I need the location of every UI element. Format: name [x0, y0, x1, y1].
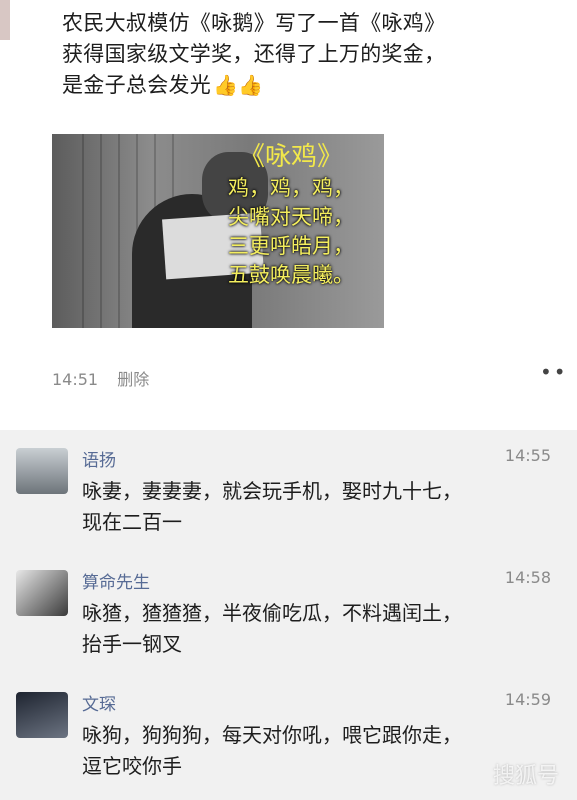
commenter-name[interactable]: 文琛 [82, 690, 116, 715]
commenter-name[interactable]: 算命先生 [82, 568, 150, 593]
commenter-avatar[interactable] [16, 448, 68, 494]
commenter-name[interactable]: 语扬 [82, 446, 116, 471]
comment-line: 咏猹，猹猹猹，半夜偷吃瓜，不料遇闰土， [82, 601, 462, 625]
comment-time: 14:55 [504, 446, 551, 465]
thumbs-up-icon: 👍👍 [213, 73, 264, 97]
comments-section: 语扬 14:55 咏妻，妻妻妻，就会玩手机，娶时九十七， 现在二百一 算命先生 … [0, 430, 577, 800]
poem-title: 《咏鸡》 [238, 142, 343, 172]
poem-line: 鸡，鸡，鸡， [228, 176, 354, 200]
comment-line: 抬手一钢叉 [82, 632, 182, 656]
post-line: 农民大叔模仿《咏鹅》写了一首《咏鸡》 [62, 11, 446, 35]
commenter-avatar[interactable] [16, 692, 68, 738]
post-line: 获得国家级文学奖，还得了上万的奖金， [62, 42, 446, 66]
comment-text: 咏猹，猹猹猹，半夜偷吃瓜，不料遇闰土， 抬手一钢叉 [82, 598, 552, 660]
poem-line: 尖嘴对天啼， [228, 205, 354, 229]
watermark: 搜狐号 [492, 764, 559, 789]
more-options-icon[interactable]: •• [540, 360, 568, 384]
poem-line: 三更呼皓月， [228, 234, 354, 258]
comment-text: 咏妻，妻妻妻，就会玩手机，娶时九十七， 现在二百一 [82, 476, 552, 538]
comment-text: 咏狗，狗狗狗，每天对你吼，喂它跟你走， 逗它咬你手 [82, 720, 552, 782]
post-photo[interactable]: 《咏鸡》 鸡，鸡，鸡， 尖嘴对天啼， 三更呼皓月， 五鼓唤晨曦。 [52, 134, 384, 328]
poster-avatar[interactable] [0, 0, 10, 40]
post-meta: 14:51 删除 [52, 366, 163, 390]
moment-post: 农民大叔模仿《咏鹅》写了一首《咏鸡》 获得国家级文学奖，还得了上万的奖金， 是金… [0, 0, 577, 420]
comment-line: 咏狗，狗狗狗，每天对你吼，喂它跟你走， [82, 723, 462, 747]
comment-line: 咏妻，妻妻妻，就会玩手机，娶时九十七， [82, 479, 462, 503]
post-line: 是金子总会发光 👍👍 [62, 70, 562, 101]
post-text: 农民大叔模仿《咏鹅》写了一首《咏鸡》 获得国家级文学奖，还得了上万的奖金， 是金… [62, 8, 562, 101]
commenter-avatar[interactable] [16, 570, 68, 616]
comment-time: 14:58 [504, 568, 551, 587]
comment-line: 逗它咬你手 [82, 754, 182, 778]
photo-poem: 《咏鸡》 鸡，鸡，鸡， 尖嘴对天啼， 三更呼皓月， 五鼓唤晨曦。 [206, 140, 376, 290]
post-line-text: 是金子总会发光 [62, 73, 212, 97]
comment-time: 14:59 [504, 690, 551, 709]
post-time: 14:51 [52, 370, 99, 389]
delete-link[interactable]: 删除 [117, 370, 149, 389]
poem-line: 五鼓唤晨曦。 [228, 263, 354, 287]
comment-line: 现在二百一 [82, 510, 182, 534]
